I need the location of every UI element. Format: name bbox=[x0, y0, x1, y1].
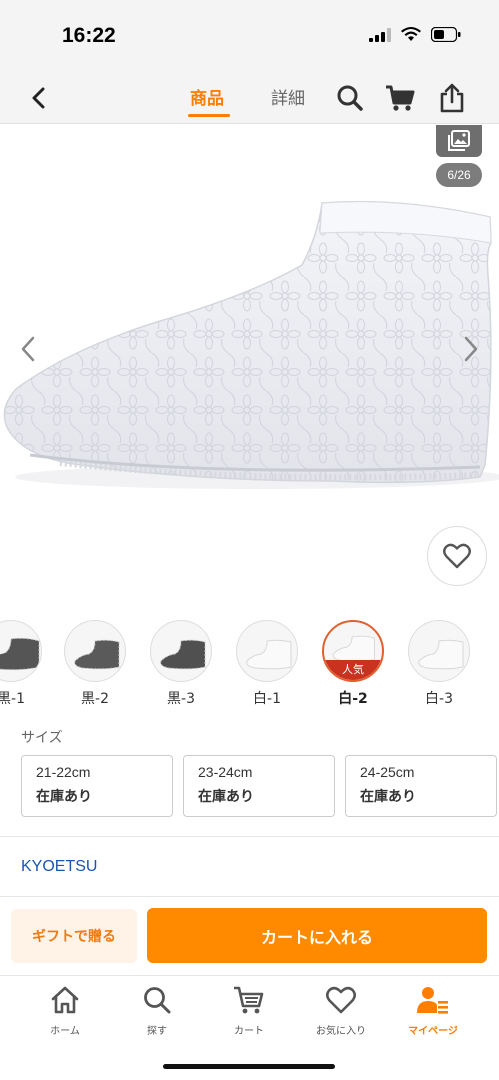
tab-cart[interactable]: カート bbox=[204, 984, 294, 1037]
share-button[interactable] bbox=[436, 82, 468, 114]
swatch-image: 人気 bbox=[322, 620, 384, 682]
cart-icon bbox=[386, 85, 415, 111]
swatch-image bbox=[236, 620, 298, 682]
active-tab-indicator bbox=[188, 114, 230, 117]
tab-product[interactable]: 商品 bbox=[190, 84, 224, 109]
size-stock: 在庫あり bbox=[36, 789, 92, 805]
swatch-black-3[interactable]: 黒-3 bbox=[150, 620, 212, 708]
gift-button[interactable]: ギフトで贈る bbox=[11, 909, 137, 963]
search-button[interactable] bbox=[334, 82, 366, 114]
color-swatches: 黒-1 黒-2 黒-3 白-1 人気 白-2 白-3 bbox=[0, 620, 499, 720]
swatch-black-1[interactable]: 黒-1 bbox=[0, 620, 42, 708]
status-bar: 16:22 bbox=[0, 0, 499, 72]
heart-icon bbox=[326, 986, 356, 1014]
swatch-white-3[interactable]: 白-3 bbox=[408, 620, 470, 708]
search-icon bbox=[144, 987, 171, 1014]
photo-gallery-button[interactable] bbox=[436, 125, 482, 157]
gallery-next-button[interactable] bbox=[459, 333, 483, 365]
popular-badge: 人気 bbox=[324, 660, 382, 680]
product-image bbox=[3, 200, 499, 489]
swatch-label: 白-1 bbox=[253, 691, 281, 707]
cart-button[interactable] bbox=[384, 82, 416, 114]
swatch-white-1[interactable]: 白-1 bbox=[236, 620, 298, 708]
battery-icon bbox=[431, 27, 461, 42]
photo-gallery-icon bbox=[448, 130, 470, 151]
size-name: 24-25cm bbox=[360, 764, 415, 780]
arrow-right-icon bbox=[464, 336, 478, 362]
search-icon bbox=[337, 85, 363, 111]
tab-mypage[interactable]: マイページ bbox=[388, 984, 478, 1037]
arrow-left-icon bbox=[21, 336, 35, 362]
tab-home[interactable]: ホーム bbox=[20, 984, 110, 1037]
add-to-cart-button[interactable]: カートに入れる bbox=[147, 908, 487, 963]
tab-label: 探す bbox=[147, 1026, 167, 1037]
tab-favorites[interactable]: お気に入り bbox=[296, 984, 386, 1037]
tab-search[interactable]: 探す bbox=[112, 984, 202, 1037]
chevron-left-icon bbox=[32, 87, 45, 109]
swatch-label: 白-2 bbox=[338, 691, 368, 707]
swatch-label: 白-3 bbox=[425, 691, 453, 707]
swatch-image bbox=[0, 620, 42, 682]
swatch-white-2[interactable]: 人気 白-2 bbox=[322, 620, 384, 708]
size-name: 23-24cm bbox=[198, 764, 253, 780]
size-stock: 在庫あり bbox=[198, 789, 254, 805]
swatch-image bbox=[150, 620, 212, 682]
signal-icon bbox=[369, 27, 391, 42]
size-option-24-25[interactable]: 24-25cm 在庫あり bbox=[345, 755, 497, 817]
brand-link[interactable]: KYOETSU bbox=[21, 858, 97, 876]
divider bbox=[0, 896, 499, 897]
tab-label: カート bbox=[234, 1026, 264, 1037]
divider bbox=[0, 836, 499, 837]
back-button[interactable] bbox=[24, 83, 54, 113]
size-name: 21-22cm bbox=[36, 764, 91, 780]
tab-label: マイページ bbox=[408, 1026, 458, 1037]
nav-bar: 商品 詳細 bbox=[0, 72, 499, 124]
swatch-label: 黒-3 bbox=[167, 691, 195, 707]
tab-label: お気に入り bbox=[316, 1026, 366, 1037]
wifi-icon bbox=[401, 27, 421, 41]
tab-label: ホーム bbox=[50, 1026, 80, 1037]
status-icons bbox=[369, 27, 461, 42]
share-icon bbox=[440, 83, 464, 113]
swatch-image bbox=[64, 620, 126, 682]
size-option-21-22[interactable]: 21-22cm 在庫あり bbox=[21, 755, 173, 817]
tab-detail[interactable]: 詳細 bbox=[271, 84, 305, 109]
user-icon bbox=[417, 987, 448, 1014]
size-stock: 在庫あり bbox=[360, 789, 416, 805]
swatch-label: 黒-2 bbox=[81, 691, 109, 707]
favorite-button[interactable] bbox=[427, 526, 487, 586]
gallery-counter: 6/26 bbox=[436, 163, 482, 187]
swatch-image bbox=[408, 620, 470, 682]
heart-icon bbox=[443, 543, 471, 569]
product-gallery[interactable]: 6/26 bbox=[0, 125, 499, 595]
gallery-prev-button[interactable] bbox=[16, 333, 40, 365]
swatch-label: 黒-1 bbox=[0, 691, 25, 707]
size-option-23-24[interactable]: 23-24cm 在庫あり bbox=[183, 755, 335, 817]
swatch-black-2[interactable]: 黒-2 bbox=[64, 620, 126, 708]
cart-icon bbox=[234, 986, 264, 1014]
size-title: サイズ bbox=[21, 730, 63, 746]
home-icon bbox=[51, 986, 79, 1014]
status-time: 16:22 bbox=[62, 24, 116, 47]
home-indicator bbox=[163, 1064, 335, 1069]
